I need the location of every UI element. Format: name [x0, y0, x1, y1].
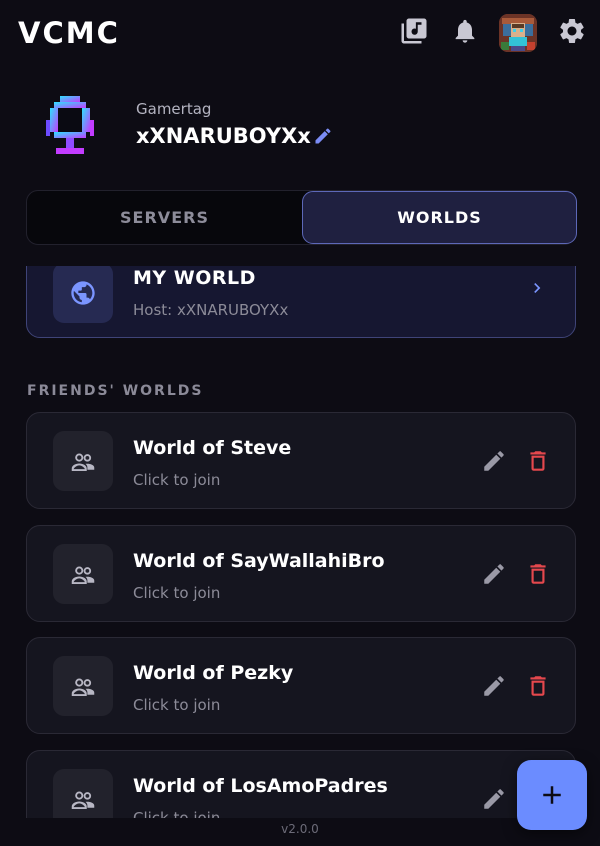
trash-icon[interactable]	[525, 448, 551, 478]
world-title: World of Steve	[133, 437, 292, 459]
friend-world-card[interactable]: World of Pezky Click to join	[26, 637, 576, 734]
top-bar: VCMC	[0, 0, 600, 68]
tab-bar: SERVERS WORLDS	[26, 190, 577, 245]
group-icon-box	[53, 431, 113, 491]
group-icon-box	[53, 769, 113, 818]
microphone-avatar-icon	[40, 90, 100, 174]
friend-world-card[interactable]: World of SayWallahiBro Click to join	[26, 525, 576, 622]
globe-icon-box	[53, 266, 113, 323]
app-logo: VCMC	[18, 16, 120, 50]
globe-icon	[71, 281, 95, 305]
my-world-title: MY WORLD	[133, 267, 256, 289]
world-subtitle: Click to join	[133, 809, 221, 818]
my-world-host: Host: xXNARUBOYXx	[133, 301, 289, 319]
group-icon	[71, 566, 95, 584]
avatar[interactable]	[499, 14, 537, 52]
my-world-card[interactable]: MY WORLD Host: xXNARUBOYXx	[26, 266, 576, 338]
profile-section: Gamertag xXNARUBOYXx	[0, 80, 600, 170]
worlds-list-scroll[interactable]: MY WORLD Host: xXNARUBOYXx FRIENDS' WORL…	[0, 266, 600, 818]
world-title: World of LosAmoPadres	[133, 775, 388, 797]
edit-gamertag-icon[interactable]	[313, 126, 333, 150]
group-icon	[71, 678, 95, 696]
gamertag-value: xXNARUBOYXx	[136, 124, 311, 148]
music-library-icon[interactable]	[397, 14, 431, 48]
friend-world-card[interactable]: World of Steve Click to join	[26, 412, 576, 509]
friends-worlds-heading: FRIENDS' WORLDS	[27, 383, 204, 399]
chevron-right-icon	[527, 278, 547, 302]
world-subtitle: Click to join	[133, 471, 221, 489]
world-subtitle: Click to join	[133, 696, 221, 714]
group-icon	[71, 791, 95, 809]
trash-icon[interactable]	[525, 561, 551, 591]
group-icon-box	[53, 656, 113, 716]
trash-icon[interactable]	[525, 673, 551, 703]
world-title: World of Pezky	[133, 662, 294, 684]
world-subtitle: Click to join	[133, 584, 221, 602]
app-version: v2.0.0	[281, 822, 319, 836]
tab-worlds[interactable]: WORLDS	[302, 191, 577, 244]
plus-icon	[543, 786, 561, 804]
gamertag-label: Gamertag	[136, 100, 212, 118]
edit-icon[interactable]	[481, 673, 507, 703]
world-title: World of SayWallahiBro	[133, 550, 385, 572]
edit-icon[interactable]	[481, 561, 507, 591]
bell-icon[interactable]	[448, 14, 482, 48]
group-icon	[71, 453, 95, 471]
tab-servers[interactable]: SERVERS	[27, 191, 302, 244]
gear-icon[interactable]	[555, 14, 589, 48]
edit-icon[interactable]	[481, 448, 507, 478]
edit-icon[interactable]	[481, 786, 507, 816]
group-icon-box	[53, 544, 113, 604]
friend-world-card[interactable]: World of LosAmoPadres Click to join	[26, 750, 576, 818]
add-world-button[interactable]	[517, 760, 587, 830]
